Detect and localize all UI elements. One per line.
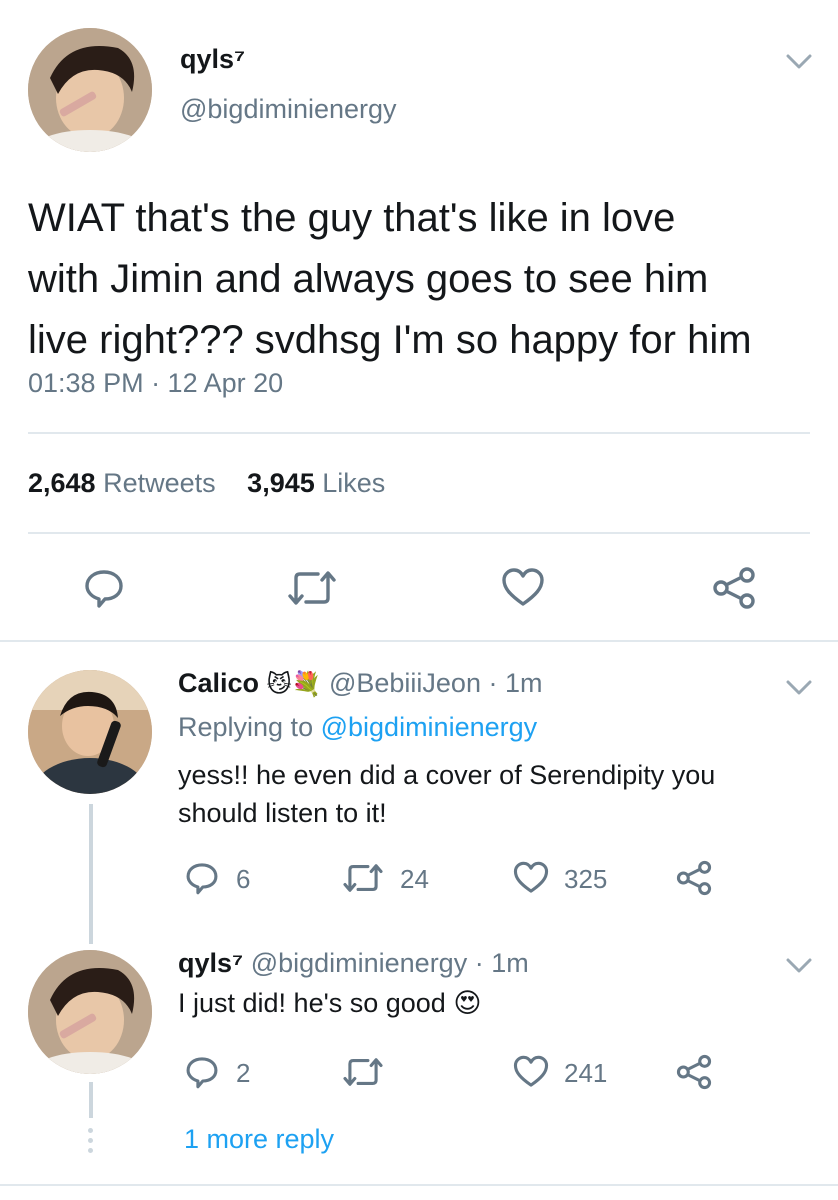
retweet-button[interactable] [284,566,340,610]
reply-icon [186,1057,218,1089]
like-icon [513,1055,549,1087]
reply-icon [186,863,218,895]
main-display-name[interactable]: qyls⁷ [180,44,245,75]
reply2-text-body: I just did! he's so good [178,988,446,1018]
chevron-down-icon[interactable] [786,54,812,70]
likes-label: Likes [322,468,386,498]
like-button[interactable] [500,566,546,610]
tweet-stats: 2,648 Retweets 3,945 Likes [28,468,385,499]
divider [28,532,810,534]
share-icon [713,567,755,609]
chevron-down-icon[interactable] [786,958,812,974]
likes-count: 3,945 [247,468,315,498]
reply1-replying-to: Replying to @bigdiminienergy [178,712,537,743]
replying-to-label: Replying to [178,712,314,742]
reply1-text-line: yess!! he even did a cover of Serendipit… [178,760,716,790]
section-divider [0,640,838,642]
reply1-share-button[interactable] [674,860,714,896]
thread-line [89,804,93,944]
reply-icon [85,570,123,608]
tweet-text-line: with Jimin and always goes to see him [28,257,709,301]
share-icon [676,1054,712,1090]
main-handle[interactable]: @bigdiminienergy [180,94,397,125]
retweets-count: 2,648 [28,468,96,498]
reply1-text-line: should listen to it! [178,798,387,828]
retweet-icon [343,864,383,892]
tweet-text-line: live right??? svdhsg I'm so happy for hi… [28,318,752,362]
retweet-icon [288,571,336,605]
reply-button[interactable] [82,566,126,610]
tweet-text-line: WIAT that's the guy that's like in love [28,196,676,240]
reply1-retweet-button[interactable] [340,860,386,896]
replying-to-handle[interactable]: @bigdiminienergy [321,712,538,742]
heart-eyes-emoji: 😍 [453,988,482,1018]
tweet-text: WIAT that's the guy that's like in love … [28,188,752,371]
reply1-handle[interactable]: @BebiiiJeon [329,668,481,698]
reply2-reply-button[interactable] [184,1054,220,1090]
reply2-reply-count: 2 [236,1058,251,1088]
like-icon [513,861,549,893]
reply1-header: Calico 😼💐 @BebiiiJeon · 1m [178,668,542,699]
reply2-retweet-button[interactable] [340,1054,386,1090]
thread-dot [88,1148,93,1153]
reply1-time[interactable]: · 1m [488,668,542,698]
reply2-share-button[interactable] [674,1054,714,1090]
share-button[interactable] [710,566,758,610]
more-replies-link[interactable]: 1 more reply [184,1124,334,1155]
reply2-handle[interactable]: @bigdiminienergy [251,948,468,978]
reply1-like-count: 325 [564,864,608,894]
reply1-like-button[interactable] [512,860,550,896]
reply1-name-emojis: 😼💐 [266,671,322,698]
reply2-header: qyls⁷ @bigdiminienergy · 1m [178,948,529,979]
chevron-down-icon[interactable] [786,680,812,696]
reply2-avatar[interactable] [28,950,152,1074]
thread-dot [88,1128,93,1133]
main-avatar[interactable] [28,28,152,152]
tweet-timestamp[interactable]: 01:38 PM · 12 Apr 20 [28,368,283,399]
thread-line [89,1082,93,1118]
retweets-label: Retweets [103,468,216,498]
reply2-text: I just did! he's so good 😍 [178,988,482,1019]
retweet-icon [343,1058,383,1086]
thread-dot [88,1138,93,1143]
like-icon [502,568,544,606]
reply2-like-count: 241 [564,1058,608,1088]
reply1-retweet-count: 24 [400,864,429,894]
likes-stat[interactable]: 3,945 Likes [247,468,385,498]
divider [28,432,810,434]
reply2-time[interactable]: · 1m [475,948,529,978]
retweets-stat[interactable]: 2,648 Retweets [28,468,223,498]
reply1-reply-count: 6 [236,864,251,894]
reply1-display-name[interactable]: Calico [178,668,259,698]
reply2-like-button[interactable] [512,1054,550,1090]
reply1-text: yess!! he even did a cover of Serendipit… [178,756,715,832]
reply1-reply-button[interactable] [184,860,220,896]
reply2-display-name[interactable]: qyls⁷ [178,948,243,978]
bottom-divider [0,1184,838,1186]
share-icon [676,860,712,896]
reply1-avatar[interactable] [28,670,152,794]
